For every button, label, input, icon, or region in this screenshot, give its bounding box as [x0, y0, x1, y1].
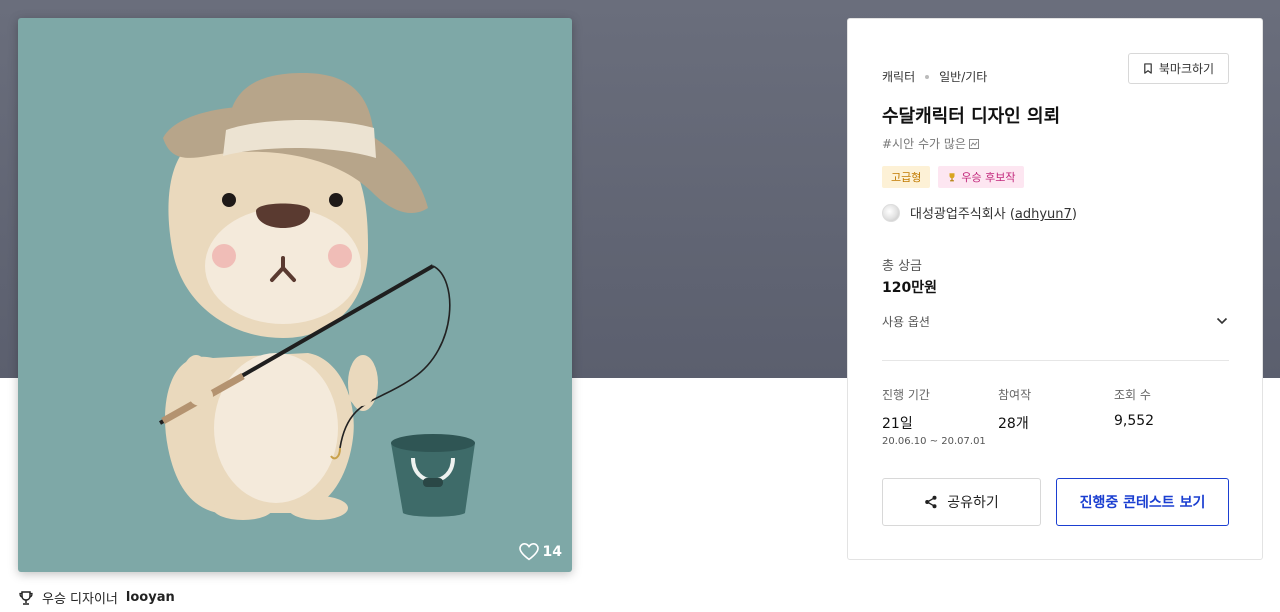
premium-badge: 고급형 [882, 166, 931, 188]
contest-title: 수달캐릭터 디자인 의뢰 [882, 106, 1061, 127]
breadcrumb-separator [925, 74, 930, 79]
usage-options-label: 사용 옵션 [882, 314, 930, 329]
host-handle-link[interactable]: adhyun7 [1015, 207, 1072, 222]
share-icon [925, 495, 937, 509]
stat-entries: 참여작 28개 [998, 386, 1031, 433]
host-info: 대성광업주식회사 (adhyun7) [882, 203, 1077, 222]
winner-prefix: 우승 디자이너 [42, 592, 118, 607]
winner-designer: 우승 디자이너 looyan [18, 588, 175, 607]
views-value: 9,552 [1114, 413, 1155, 429]
artwork-image[interactable]: 14 [18, 18, 572, 572]
chevron-down-icon [1216, 317, 1228, 325]
winner-name[interactable]: looyan [126, 590, 175, 605]
breadcrumb: 캐릭터 일반/기타 [882, 68, 987, 85]
bookmark-label: 북마크하기 [1158, 62, 1215, 76]
views-label: 조회 수 [1114, 388, 1151, 402]
usage-options-toggle[interactable]: 사용 옵션 [882, 309, 1229, 333]
period-label: 진행 기간 [882, 388, 930, 402]
view-ongoing-contests-button[interactable]: 진행중 콘테스트 보기 [1056, 478, 1229, 526]
entries-label: 참여작 [998, 388, 1032, 402]
heart-outline-icon [518, 543, 539, 561]
bookmark-button[interactable]: 북마크하기 [1128, 53, 1229, 84]
like-counter[interactable]: 14 [518, 543, 562, 561]
period-range: 20.06.10 ~ 20.07.01 [882, 436, 986, 447]
bookmark-icon [1144, 63, 1152, 74]
contest-tagline: #시안 수가 많은 [882, 135, 979, 152]
breadcrumb-category[interactable]: 캐릭터 [882, 68, 915, 85]
contest-info-panel: 캐릭터 일반/기타 북마크하기 수달캐릭터 디자인 의뢰 #시안 수가 많은 고… [847, 18, 1263, 560]
divider [882, 360, 1229, 361]
prize-label: 총 상금 [882, 259, 923, 274]
host-avatar[interactable] [882, 203, 900, 222]
breadcrumb-subcategory[interactable]: 일반/기타 [939, 68, 987, 85]
share-label: 공유하기 [947, 495, 999, 511]
otter-illustration [159, 73, 475, 520]
emoji-icon [968, 138, 979, 149]
trophy-icon [19, 590, 33, 605]
like-count: 14 [542, 544, 562, 560]
period-value: 21일 [882, 416, 913, 432]
host-name: 대성광업주식회사 [910, 207, 1006, 222]
entries-value: 28개 [998, 416, 1029, 432]
stat-views: 조회 수 9,552 [1114, 386, 1154, 429]
share-button[interactable]: 공유하기 [882, 478, 1041, 526]
trophy-icon [949, 173, 955, 182]
contest-badges: 고급형 우승 후보작 [882, 166, 1025, 188]
award-candidate-badge: 우승 후보작 [938, 166, 1025, 188]
award-badge-label: 우승 후보작 [961, 171, 1016, 184]
prize-value: 120만원 [882, 280, 937, 296]
tagline-text: #시안 수가 많은 [882, 137, 966, 151]
stat-period: 진행 기간 21일 20.06.10 ~ 20.07.01 [882, 386, 986, 447]
